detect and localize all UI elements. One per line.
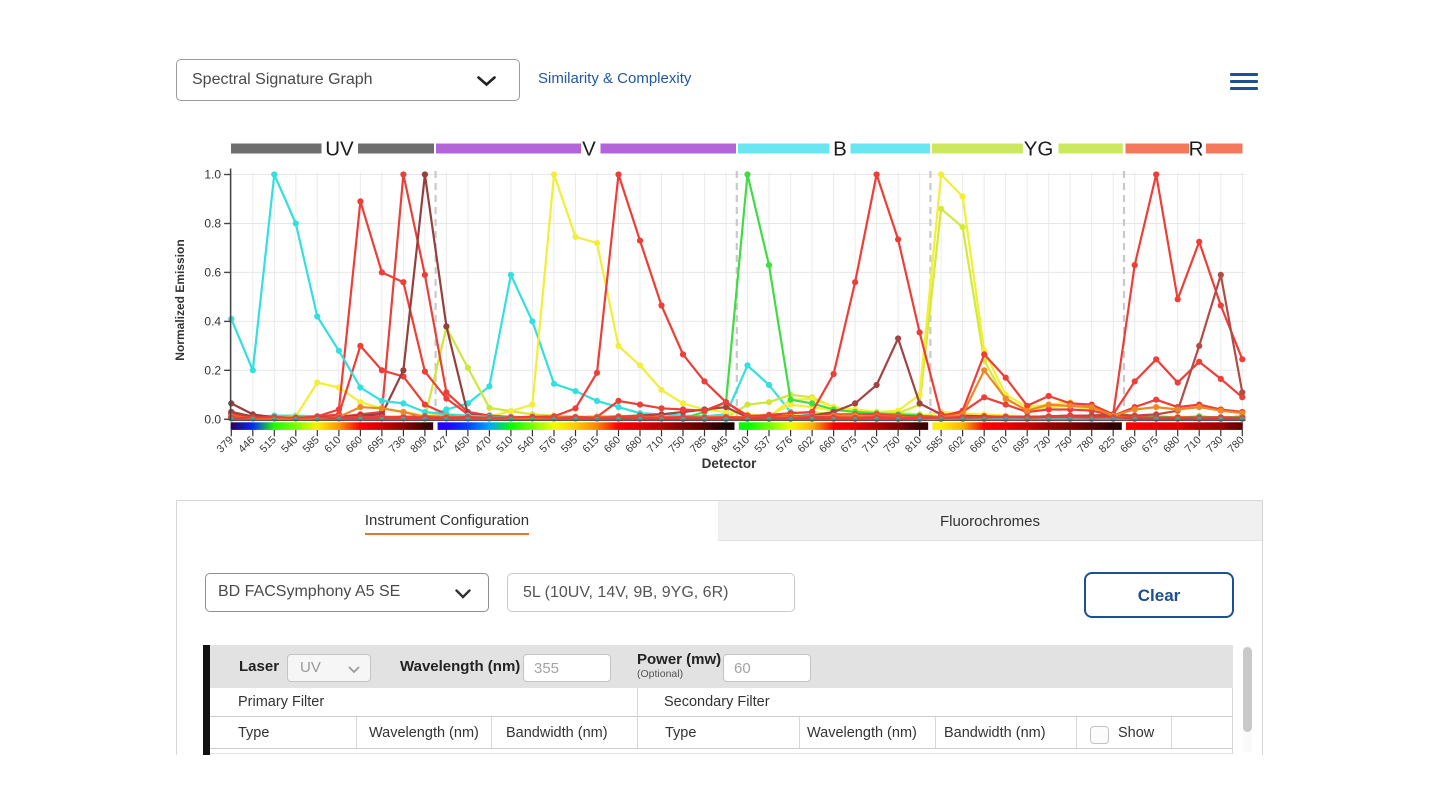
svg-text:610: 610 xyxy=(322,434,343,455)
svg-text:780: 780 xyxy=(1075,434,1096,455)
svg-text:R: R xyxy=(1189,138,1204,161)
svg-text:1.0: 1.0 xyxy=(204,168,221,182)
svg-text:730: 730 xyxy=(1204,434,1225,455)
svg-text:750: 750 xyxy=(666,434,687,455)
svg-text:825: 825 xyxy=(1097,434,1118,455)
svg-text:660: 660 xyxy=(344,434,365,455)
svg-text:Normalized Emission: Normalized Emission xyxy=(173,239,187,360)
svg-text:0.4: 0.4 xyxy=(204,315,221,329)
svg-text:615: 615 xyxy=(580,434,601,455)
svg-text:695: 695 xyxy=(1011,434,1032,455)
svg-text:660: 660 xyxy=(602,434,623,455)
svg-text:750: 750 xyxy=(1054,434,1075,455)
svg-text:680: 680 xyxy=(1161,434,1182,455)
svg-text:V: V xyxy=(582,138,596,161)
svg-text:750: 750 xyxy=(881,434,902,455)
svg-text:785: 785 xyxy=(688,434,709,455)
svg-text:845: 845 xyxy=(709,434,730,455)
svg-text:537: 537 xyxy=(752,434,773,455)
svg-text:UV: UV xyxy=(325,138,354,161)
svg-text:602: 602 xyxy=(795,434,816,455)
svg-text:730: 730 xyxy=(1032,434,1053,455)
svg-text:427: 427 xyxy=(430,434,451,455)
svg-text:0.8: 0.8 xyxy=(204,217,221,231)
svg-text:695: 695 xyxy=(365,434,386,455)
svg-text:675: 675 xyxy=(1140,434,1161,455)
svg-text:446: 446 xyxy=(236,434,257,455)
svg-text:710: 710 xyxy=(1183,434,1204,455)
svg-text:576: 576 xyxy=(537,434,558,455)
svg-text:576: 576 xyxy=(774,434,795,455)
svg-text:736: 736 xyxy=(387,434,408,455)
svg-text:0.2: 0.2 xyxy=(204,364,221,378)
svg-text:540: 540 xyxy=(279,434,300,455)
svg-text:675: 675 xyxy=(838,434,859,455)
svg-text:710: 710 xyxy=(860,434,881,455)
svg-text:Detector: Detector xyxy=(702,456,758,471)
svg-text:710: 710 xyxy=(645,434,666,455)
svg-text:510: 510 xyxy=(731,434,752,455)
svg-text:602: 602 xyxy=(946,434,967,455)
svg-text:540: 540 xyxy=(516,434,537,455)
svg-text:660: 660 xyxy=(817,434,838,455)
svg-text:0.0: 0.0 xyxy=(204,413,221,427)
svg-text:0.6: 0.6 xyxy=(204,266,221,280)
svg-text:515: 515 xyxy=(258,434,279,455)
svg-text:810: 810 xyxy=(903,434,924,455)
svg-text:379: 379 xyxy=(215,434,236,455)
svg-text:809: 809 xyxy=(408,434,429,455)
svg-text:450: 450 xyxy=(451,434,472,455)
svg-text:YG: YG xyxy=(1024,138,1054,161)
svg-text:660: 660 xyxy=(1118,434,1139,455)
svg-text:680: 680 xyxy=(623,434,644,455)
svg-text:595: 595 xyxy=(559,434,580,455)
svg-text:780: 780 xyxy=(1226,434,1247,455)
svg-text:670: 670 xyxy=(989,434,1010,455)
svg-text:510: 510 xyxy=(494,434,515,455)
svg-text:660: 660 xyxy=(968,434,989,455)
svg-text:585: 585 xyxy=(301,434,322,455)
svg-text:B: B xyxy=(833,138,847,161)
svg-text:470: 470 xyxy=(473,434,494,455)
svg-text:585: 585 xyxy=(924,434,945,455)
